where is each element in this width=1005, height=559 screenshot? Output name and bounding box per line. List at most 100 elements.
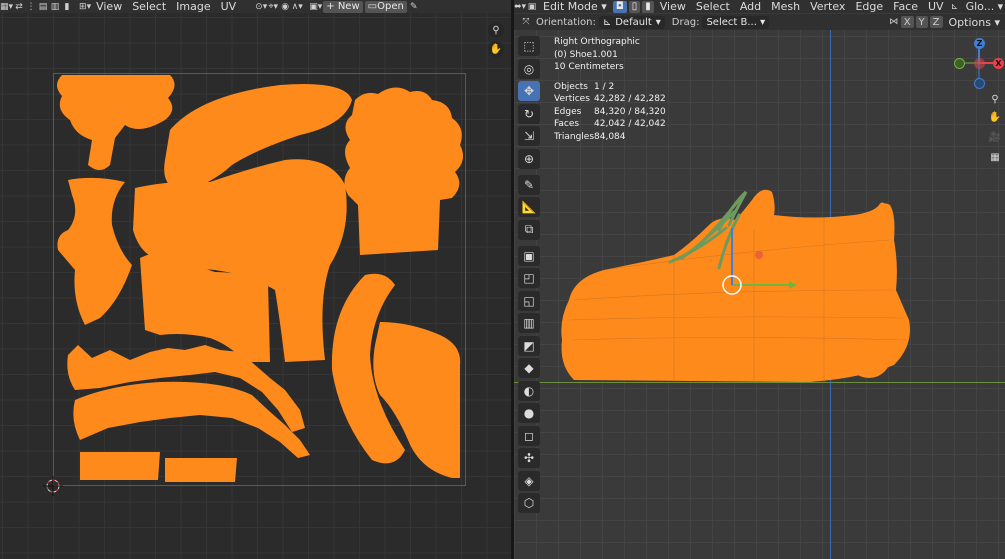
uv-editor: ▦▾ ⇄ ⋮ ▤ ▥ ▮ ⊞▾ View Select Image UV ⊙▾ … <box>0 0 511 559</box>
grid-scale: 10 Centimeters <box>554 62 624 72</box>
pin-icon[interactable]: ✎ <box>408 1 420 13</box>
tool-icon: ⤧ <box>522 17 530 27</box>
proportional-edit-icon[interactable]: ◉ <box>279 1 291 13</box>
gizmo-x[interactable]: X <box>993 58 1004 69</box>
uv-editor-header: ▦▾ ⇄ ⋮ ▤ ▥ ▮ ⊞▾ View Select Image UV ⊙▾ … <box>0 0 511 13</box>
select-box-tool-icon[interactable]: ⬚ <box>518 36 540 56</box>
island-select-icon[interactable]: ▮ <box>61 1 73 13</box>
stat-label: Triangles <box>554 131 595 142</box>
menu-select[interactable]: Select <box>127 0 171 13</box>
orientation-label: Orientation: <box>536 16 596 28</box>
menu-view[interactable]: View <box>91 0 127 13</box>
viewport-header: ⬌▾ ▣ Edit Mode ▾ ◘ ▯ ▮ View Select Add M… <box>514 0 1005 13</box>
drag-dropdown[interactable]: Select B... ▾ <box>702 15 770 29</box>
open-image-label: Open <box>377 1 404 12</box>
menu-mesh[interactable]: Mesh <box>766 0 805 13</box>
menu-face[interactable]: Face <box>888 0 923 13</box>
scale-tool-icon[interactable]: ⇲ <box>518 126 540 146</box>
knife-tool-icon[interactable]: ◩ <box>518 335 540 356</box>
face-select-icon[interactable]: ▥ <box>49 1 61 13</box>
grid-toggle-icon[interactable]: ▦ <box>988 150 1002 164</box>
mirror-x-toggle[interactable]: X <box>900 16 914 28</box>
camera-icon[interactable]: 🎥 <box>988 130 1002 144</box>
mirror-z-toggle[interactable]: Z <box>929 16 943 28</box>
poly-build-tool-icon[interactable]: ◆ <box>518 358 540 378</box>
uv-island-heel-left <box>57 177 132 325</box>
shrink-fatten-tool-icon[interactable]: ✣ <box>518 448 540 468</box>
stat-label: Objects <box>554 81 589 92</box>
transform-orientation-label: Glo... <box>965 0 995 13</box>
loop-cut-tool-icon[interactable]: ▥ <box>518 313 540 333</box>
menu-uv[interactable]: UV <box>216 0 242 13</box>
stat-value: 42,042 / 42,042 <box>594 119 666 129</box>
menu-view[interactable]: View <box>655 0 691 13</box>
image-browse-icon[interactable]: ▣▾ <box>309 1 322 13</box>
navigation-gizmo[interactable]: Z X <box>952 36 1005 92</box>
inset-tool-icon[interactable]: ◰ <box>518 268 540 288</box>
drag-value: Select B... <box>706 16 757 28</box>
edge-select-icon[interactable]: ▤ <box>37 1 49 13</box>
rip-tool-icon[interactable]: ⬡ <box>518 493 540 513</box>
gizmo-neg-z[interactable] <box>974 78 985 89</box>
menu-add[interactable]: Add <box>735 0 766 13</box>
editor-type-icon[interactable]: ⬌▾ <box>514 1 526 13</box>
rotate-tool-icon[interactable]: ↻ <box>518 103 540 124</box>
gizmo-z[interactable]: Z <box>974 38 985 49</box>
measure-tool-icon[interactable]: 📐 <box>518 197 540 217</box>
menu-uv[interactable]: UV <box>923 0 949 13</box>
cursor-tool-icon[interactable]: ◎ <box>518 58 540 79</box>
uv-island-tongue <box>344 87 464 255</box>
shear-tool-icon[interactable]: ◈ <box>518 470 540 491</box>
add-cube-tool-icon[interactable]: ⧉ <box>518 219 540 240</box>
smooth-tool-icon[interactable]: ● <box>518 403 540 423</box>
mirror-y-toggle[interactable]: Y <box>915 16 928 28</box>
stat-edges: Edges 84,320 / 84,320 <box>554 106 666 119</box>
menu-image[interactable]: Image <box>171 0 215 13</box>
sole-bump <box>685 332 733 380</box>
vertex-select-icon[interactable]: ⋮ <box>25 1 37 13</box>
orientation-dropdown[interactable]: ⊾ Default ▾ <box>598 15 665 29</box>
menu-select[interactable]: Select <box>691 0 735 13</box>
vertex-mode-button[interactable]: ◘ <box>612 0 627 13</box>
face-mode-button[interactable]: ▮ <box>642 0 654 13</box>
pan-hand-icon[interactable]: ✋ <box>488 41 504 57</box>
annotate-tool-icon[interactable]: ✎ <box>518 174 540 195</box>
sole-bump <box>627 333 671 377</box>
mode-select[interactable]: Edit Mode ▾ <box>538 0 612 13</box>
move-tool-icon[interactable]: ✥ <box>518 81 540 101</box>
stat-value: 42,282 / 42,282 <box>594 94 666 104</box>
gizmo-neg-y[interactable] <box>954 58 965 69</box>
transform-tool-icon[interactable]: ⊕ <box>518 148 540 169</box>
transform-orientation-icon[interactable]: ⊾ <box>949 1 961 13</box>
editor-type-icon[interactable]: ▦▾ <box>0 1 13 13</box>
snap-icon[interactable]: ⌖▾ <box>267 1 279 13</box>
uv-cursor <box>43 476 63 496</box>
pivot-icon[interactable]: ⊙▾ <box>255 1 267 13</box>
sticky-select-icon[interactable]: ⊞▾ <box>79 1 91 13</box>
spin-tool-icon[interactable]: ◐ <box>518 380 540 401</box>
3d-viewport[interactable]: ⬌▾ ▣ Edit Mode ▾ ◘ ▯ ▮ View Select Add M… <box>514 0 1005 559</box>
open-image-button[interactable]: ▭ Open <box>364 0 407 13</box>
menu-edge[interactable]: Edge <box>850 0 888 13</box>
pan-hand-icon[interactable]: ✋ <box>988 110 1002 124</box>
edge-mode-button[interactable]: ▯ <box>628 0 641 13</box>
zoom-icon[interactable]: ⚲ <box>988 92 1002 106</box>
menu-vertex[interactable]: Vertex <box>805 0 850 13</box>
falloff-icon[interactable]: ∧▾ <box>291 1 303 13</box>
sync-selection-icon[interactable]: ⇄ <box>13 1 25 13</box>
mirror-icon: ⋈ <box>889 17 899 27</box>
new-image-button[interactable]: + New <box>323 0 363 13</box>
edge-slide-tool-icon[interactable]: ◻ <box>518 425 540 446</box>
extrude-tool-icon[interactable]: ▣ <box>518 245 540 266</box>
options-menu[interactable]: Options ▾ <box>944 16 1005 29</box>
uv-islands <box>43 75 464 496</box>
mode-label: Edit Mode <box>543 0 598 13</box>
sole-bump <box>572 330 616 374</box>
transform-orientation-select[interactable]: Glo... ▾ <box>961 0 1005 13</box>
bevel-tool-icon[interactable]: ◱ <box>518 290 540 311</box>
mode-icon[interactable]: ▣ <box>526 1 538 13</box>
drag-label: Drag: <box>671 16 700 28</box>
stat-faces: Faces 42,042 / 42,042 <box>554 118 666 131</box>
gizmo-center <box>974 58 985 69</box>
zoom-icon[interactable]: ⚲ <box>488 22 504 38</box>
